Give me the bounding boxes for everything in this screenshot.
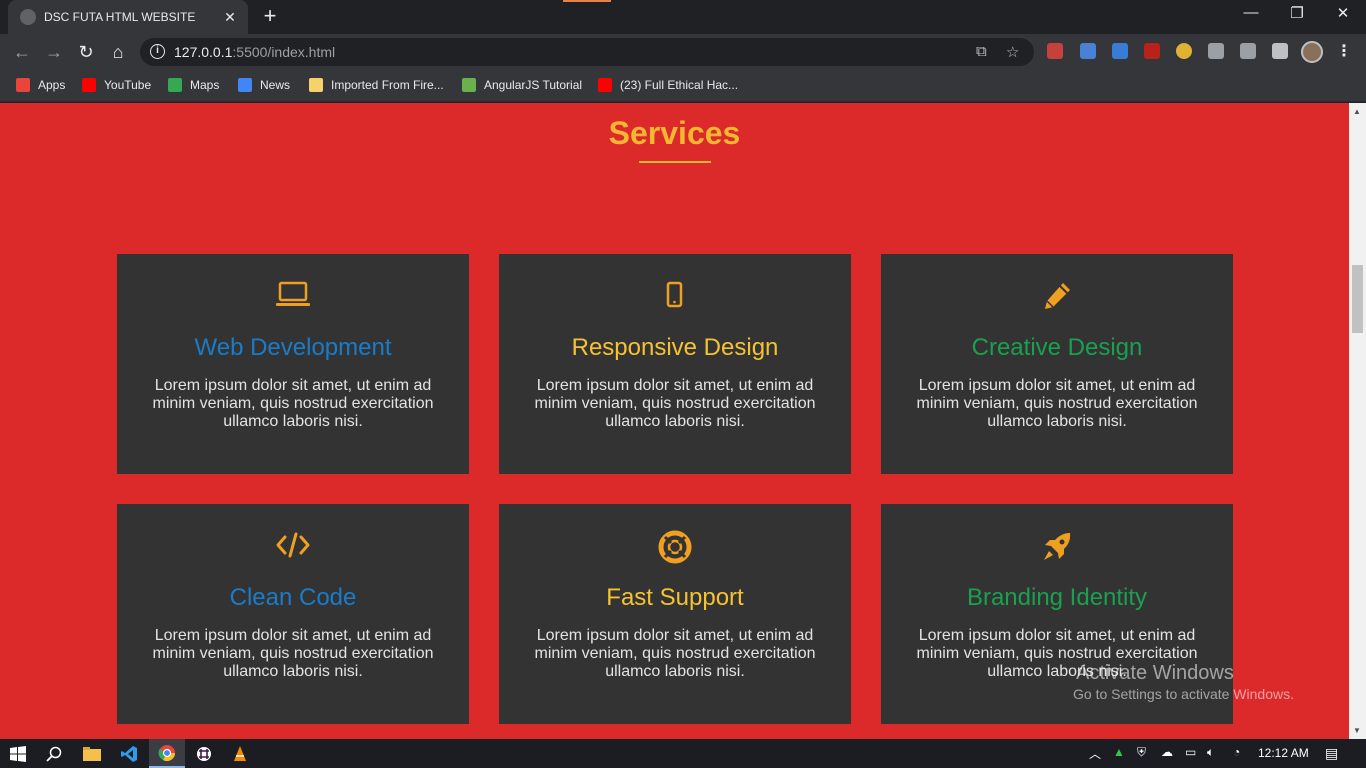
restore-button[interactable]: ❐	[1274, 4, 1320, 22]
activate-windows-title: Activate Windows	[1076, 662, 1234, 684]
service-card-creative-design: Creative Design Lorem ipsum dolor sit am…	[881, 254, 1233, 474]
windows-taskbar: ︿ ▲ ⛨ ☁ ▭ 🔈︎ ◔ 12:12 AM ▤	[0, 739, 1366, 768]
service-card-clean-code: Clean Code Lorem ipsum dolor sit amet, u…	[117, 504, 469, 724]
card-title: Responsive Design	[571, 334, 779, 361]
mobile-icon	[499, 280, 851, 314]
bookmark-news[interactable]: News	[238, 78, 290, 92]
extension-translate-icon[interactable]	[1080, 43, 1096, 59]
extensions-puzzle-icon[interactable]	[1272, 43, 1288, 59]
tray-overflow-chevron-icon[interactable]: ︿	[1089, 745, 1101, 762]
home-button[interactable]: ⌂	[106, 40, 130, 64]
vlc-icon[interactable]	[222, 739, 258, 768]
pencil-icon	[881, 280, 1233, 314]
translate-icon[interactable]: ⧉	[976, 43, 987, 60]
card-text: Lorem ipsum dolor sit amet, ut enim ad m…	[916, 377, 1198, 430]
tray-security-icon[interactable]: ⛨	[1137, 745, 1146, 760]
rocket-icon	[881, 530, 1233, 564]
vscode-icon[interactable]	[111, 739, 147, 768]
bookmark-star-icon[interactable]: ☆	[1006, 43, 1019, 61]
browser-tab[interactable]: DSC FUTA HTML WEBSITE ✕	[8, 0, 248, 34]
forward-button[interactable]: →	[42, 40, 66, 64]
card-title: Clean Code	[229, 584, 357, 611]
file-explorer-icon[interactable]	[74, 739, 110, 768]
youtube-icon	[598, 78, 612, 92]
tab-strip: DSC FUTA HTML WEBSITE ✕ + — ❐ ✕	[0, 0, 1366, 34]
tray-battery-icon[interactable]: ▭	[1185, 745, 1196, 759]
info-icon[interactable]: i	[150, 44, 165, 59]
card-text: Lorem ipsum dolor sit amet, ut enim ad m…	[534, 627, 816, 680]
scrollbar-thumb[interactable]	[1352, 265, 1363, 333]
tray-wifi-icon[interactable]: ◔	[1233, 745, 1240, 759]
search-icon[interactable]	[36, 739, 72, 768]
maps-icon	[168, 78, 182, 92]
activate-windows-subtitle: Go to Settings to activate Windows.	[1073, 686, 1294, 702]
scroll-down-arrow-icon[interactable]: ▼	[1353, 726, 1361, 735]
browser-toolbar: ← → ↻ ⌂ i 127.0.0.1:5500/index.html ⧉ ☆ …	[0, 34, 1366, 70]
page-scrollbar[interactable]: ▲ ▼	[1349, 103, 1366, 739]
bookmark-maps[interactable]: Maps	[168, 78, 219, 92]
bookmark-imported-folder[interactable]: Imported From Fire...	[309, 78, 444, 92]
page-viewport: Services Web Development Lorem ipsum dol…	[0, 103, 1349, 739]
tab-strip-accent	[563, 0, 611, 2]
service-card-web-development: Web Development Lorem ipsum dolor sit am…	[117, 254, 469, 474]
tray-nvidia-icon[interactable]: ▲	[1113, 745, 1125, 759]
card-text: Lorem ipsum dolor sit amet, ut enim ad m…	[152, 377, 434, 430]
address-bar[interactable]: i 127.0.0.1:5500/index.html ⧉ ☆	[140, 38, 1034, 66]
service-card-fast-support: Fast Support Lorem ipsum dolor sit amet,…	[499, 504, 851, 724]
card-title: Fast Support	[606, 584, 744, 611]
profile-avatar[interactable]	[1301, 41, 1323, 63]
tab-title: DSC FUTA HTML WEBSITE	[44, 10, 196, 24]
close-tab-icon[interactable]: ✕	[222, 9, 238, 26]
extension-bookmark-icon[interactable]	[1047, 43, 1063, 59]
lifebuoy-icon	[499, 530, 851, 564]
extension-drive-icon[interactable]	[1208, 43, 1224, 59]
code-icon	[117, 530, 469, 564]
card-text: Lorem ipsum dolor sit amet, ut enim ad m…	[534, 377, 816, 430]
service-card-responsive-design: Responsive Design Lorem ipsum dolor sit …	[499, 254, 851, 474]
scroll-up-arrow-icon[interactable]: ▲	[1353, 107, 1361, 116]
extension-docs-icon[interactable]	[1112, 43, 1128, 59]
card-title: Creative Design	[971, 334, 1143, 361]
new-tab-button[interactable]: +	[258, 5, 282, 27]
card-title: Web Development	[194, 334, 392, 361]
folder-icon	[309, 78, 323, 92]
angularjs-icon	[462, 78, 476, 92]
tray-onedrive-icon[interactable]: ☁	[1161, 745, 1173, 759]
extension-pdf-icon[interactable]	[1144, 43, 1160, 59]
extension-chrome-icon[interactable]	[1176, 43, 1192, 59]
extension-copy-icon[interactable]	[1240, 43, 1256, 59]
close-window-button[interactable]: ✕	[1320, 4, 1366, 22]
minimize-button[interactable]: —	[1228, 4, 1274, 21]
windows-start-icon[interactable]	[0, 739, 36, 768]
chrome-taskbar-icon[interactable]	[149, 739, 185, 768]
globe-icon	[20, 9, 36, 25]
menu-dots-icon[interactable]: ⋮	[1336, 41, 1352, 61]
notification-center-icon[interactable]: ▤	[1325, 745, 1338, 762]
reload-button[interactable]: ↻	[74, 40, 98, 64]
youtube-icon	[82, 78, 96, 92]
laptop-icon	[117, 280, 469, 314]
heading-underline	[639, 161, 711, 163]
bookmark-angularjs[interactable]: AngularJS Tutorial	[462, 78, 582, 92]
back-button[interactable]: ←	[10, 40, 34, 64]
bookmark-apps[interactable]: Apps	[16, 78, 65, 92]
services-heading: Services	[608, 115, 741, 151]
tray-volume-icon[interactable]: 🔈︎	[1207, 745, 1214, 760]
bookmark-youtube[interactable]: YouTube	[82, 78, 151, 92]
taskbar-clock[interactable]: 12:12 AM	[1258, 746, 1309, 760]
bookmarks-bar: Apps YouTube Maps News Imported From Fir…	[0, 70, 1366, 102]
apps-grid-icon	[16, 78, 30, 92]
card-text: Lorem ipsum dolor sit amet, ut enim ad m…	[152, 627, 434, 680]
url-text[interactable]: 127.0.0.1:5500/index.html	[174, 44, 335, 60]
bookmark-ethical-hacking[interactable]: (23) Full Ethical Hac...	[598, 78, 738, 92]
card-title: Branding Identity	[966, 584, 1148, 611]
slack-icon[interactable]	[186, 739, 222, 768]
news-icon	[238, 78, 252, 92]
